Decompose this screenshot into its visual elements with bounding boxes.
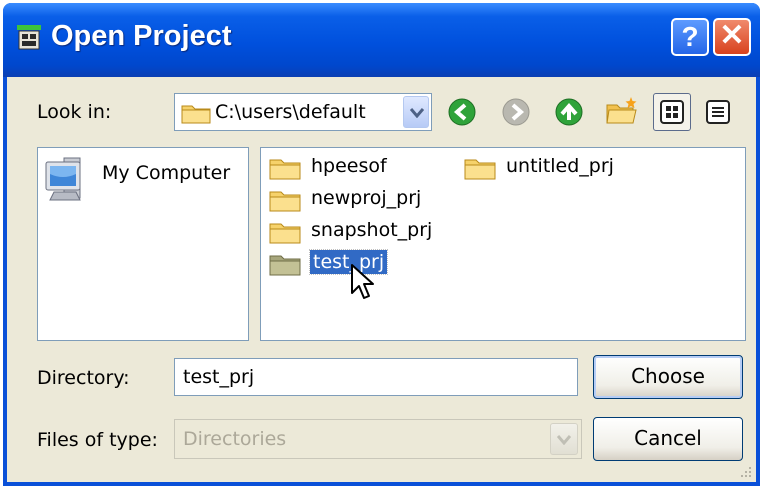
folder-icon (269, 159, 301, 180)
files-of-type-value: Directories (183, 428, 287, 450)
folder-icon (464, 159, 496, 180)
chevron-down-icon (410, 108, 424, 118)
folder-icon (269, 191, 301, 212)
window-title: Open Project (51, 20, 232, 52)
back-icon (448, 98, 476, 126)
icon-view-icon (660, 100, 684, 124)
mouse-cursor-icon (351, 264, 374, 299)
folder-icon (269, 255, 301, 276)
file-name: newproj_prj (311, 187, 422, 209)
back-button[interactable] (447, 97, 477, 127)
up-folder-icon (555, 98, 583, 126)
look-in-dropdown-button[interactable] (403, 96, 429, 128)
look-in-value: C:\users\default (215, 101, 366, 123)
file-name: hpeesof (311, 155, 387, 177)
list-view-icon (706, 100, 730, 124)
dialog-body: Look in: C:\users\default My Computer hp… (7, 77, 756, 482)
list-view-button[interactable] (699, 93, 737, 131)
title-bar[interactable]: Open Project ? ✕ (3, 3, 760, 77)
directory-input[interactable] (174, 358, 578, 396)
icon-view-button[interactable] (653, 93, 691, 131)
look-in-label: Look in: (37, 101, 112, 123)
files-of-type-dropdown-button (550, 423, 578, 455)
my-computer-label[interactable]: My Computer (102, 162, 230, 184)
look-in-combo[interactable]: C:\users\default (174, 93, 432, 131)
choose-button[interactable]: Choose (593, 355, 743, 399)
forward-button[interactable] (501, 97, 531, 127)
help-button[interactable]: ? (671, 18, 709, 56)
new-folder-button[interactable] (605, 95, 637, 125)
file-name: snapshot_prj (311, 219, 433, 241)
file-name: untitled_prj (506, 155, 614, 177)
up-folder-button[interactable] (554, 97, 584, 127)
new-folder-icon (606, 97, 637, 124)
my-computer-icon[interactable] (42, 156, 98, 206)
forward-icon (502, 98, 530, 126)
files-of-type-combo: Directories (174, 419, 582, 459)
files-of-type-label: Files of type: (37, 429, 158, 451)
open-project-dialog: Open Project ? ✕ Look in: C:\users\defau… (3, 3, 760, 486)
cancel-button[interactable]: Cancel (593, 417, 743, 461)
directory-label: Directory: (37, 367, 130, 389)
resize-grip-icon[interactable] (737, 463, 753, 479)
close-button[interactable]: ✕ (713, 18, 751, 56)
app-icon (17, 25, 41, 50)
folder-icon (181, 105, 211, 124)
chevron-down-icon (557, 435, 571, 445)
folder-icon (269, 223, 301, 244)
file-list-pane[interactable]: hpeesof newproj_prj snapshot_prj test_pr… (260, 147, 746, 341)
places-pane[interactable]: My Computer (37, 147, 249, 341)
